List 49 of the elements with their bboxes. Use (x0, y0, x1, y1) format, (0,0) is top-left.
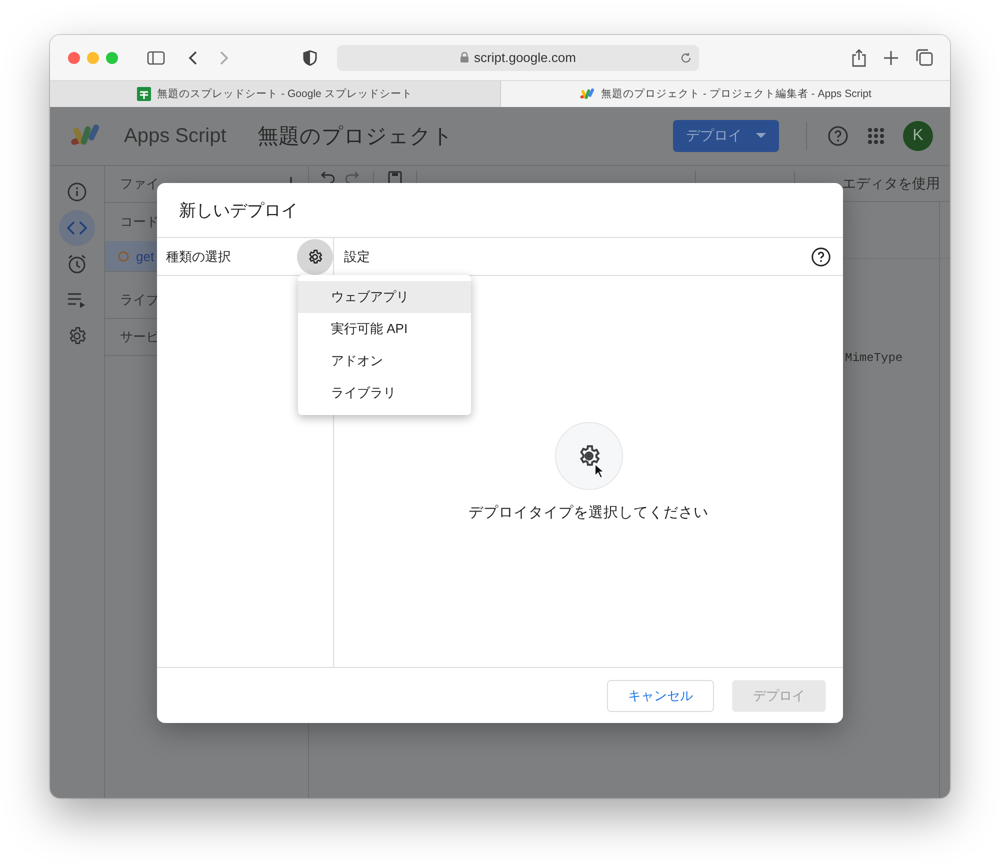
forward-icon[interactable] (219, 50, 229, 66)
tab-title: 無題のスプレッドシート - Google スプレッドシート (157, 87, 412, 101)
menu-item[interactable]: ライブラリ (298, 377, 471, 409)
settings-icon (307, 248, 323, 264)
browser-tab[interactable]: 無題のプロジェクト - プロジェクト編集者 - Apps Script (500, 81, 950, 107)
dialog-button[interactable]: キャンセル (607, 680, 714, 712)
list-play-icon (67, 292, 87, 308)
script-logo-icon (579, 87, 596, 101)
nav-button[interactable] (59, 210, 95, 246)
info-icon (67, 182, 87, 202)
project-title[interactable]: 無題のプロジェクト (257, 122, 454, 150)
plus-icon[interactable] (884, 50, 898, 64)
settings-icon (67, 326, 87, 346)
browser-tab[interactable]: 無題のスプレッドシート - Google スプレッドシート (50, 81, 500, 107)
undo-icon[interactable] (321, 171, 335, 183)
shield-icon[interactable] (303, 50, 317, 66)
status-circle-icon (118, 250, 129, 262)
menu-item[interactable]: アドオン (298, 345, 471, 377)
product-name: Apps Script (124, 124, 226, 148)
spreadsheet-icon (137, 87, 152, 101)
type-heading: 種類の選択 (166, 248, 231, 266)
tabs-icon[interactable] (916, 49, 933, 66)
settings-heading: 設定 (344, 248, 370, 266)
url-text: script.google.com (474, 50, 576, 65)
alarm-clock-icon (67, 254, 87, 274)
back-icon[interactable] (188, 50, 198, 66)
redo-icon[interactable] (345, 171, 359, 183)
apps-grid-icon[interactable] (867, 127, 885, 145)
tab-title: 無題のプロジェクト - プロジェクト編集者 - Apps Script (601, 87, 872, 101)
empty-message: デプロイタイプを選択してください (468, 504, 708, 522)
address-bar[interactable]: script.google.com (337, 44, 699, 70)
zoom-button[interactable] (106, 52, 118, 64)
file-name: get (136, 248, 154, 264)
reload-icon[interactable] (680, 52, 692, 64)
type-settings-button[interactable] (297, 238, 333, 274)
files-heading: ファイ (120, 175, 159, 193)
menu-item[interactable]: 実行可能 API (298, 313, 471, 345)
sidebar-icon[interactable] (147, 50, 165, 64)
caret-icon (756, 133, 766, 139)
lock-icon (460, 52, 470, 63)
code-icon (67, 221, 87, 235)
close-button[interactable] (68, 52, 80, 64)
user-avatar[interactable]: K (903, 121, 933, 151)
share-icon[interactable] (852, 48, 866, 66)
cursor-icon (594, 463, 604, 479)
dialog-title: 新しいデプロイ (157, 183, 843, 238)
code-text: MimeType (845, 351, 904, 365)
menu-item[interactable]: ウェブアプリ (298, 281, 471, 313)
help-icon[interactable] (811, 246, 831, 266)
